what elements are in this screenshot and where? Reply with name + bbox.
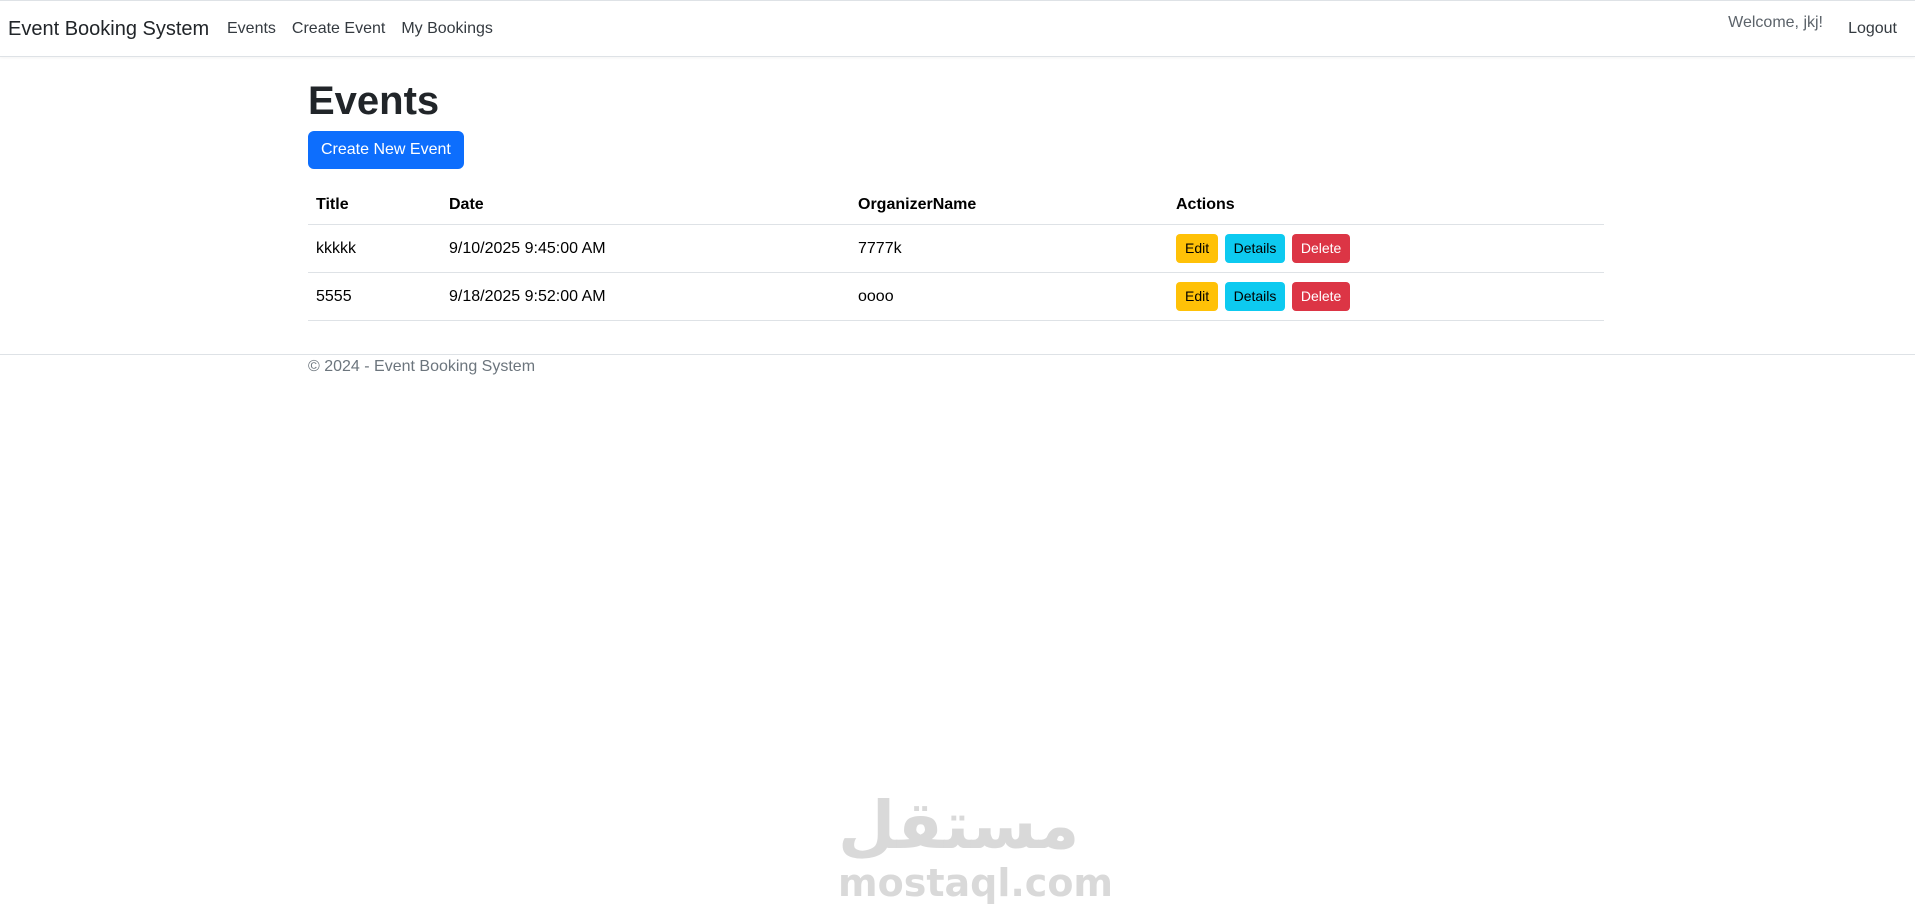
details-button[interactable]: Details — [1224, 282, 1286, 311]
page-title: Events — [308, 79, 440, 123]
nav-link-events[interactable]: Events — [227, 20, 276, 38]
delete-button[interactable]: Delete — [1291, 234, 1351, 263]
column-header-title: Title — [308, 187, 441, 225]
table-header-row: Title Date OrganizerName Actions — [308, 187, 1604, 225]
watermark-latin: mostaql.com — [838, 861, 1114, 905]
cell-actions: Edit Details Delete — [1168, 224, 1604, 273]
cell-date: 9/18/2025 9:52:00 AM — [441, 272, 850, 321]
footer: © 2024 - Event Booking System — [0, 354, 1915, 375]
nav-links: Events Create Event My Bookings — [227, 20, 509, 38]
events-table: Title Date OrganizerName Actions kkkkk 9… — [308, 187, 1604, 321]
watermark-logo: مستقل mostaql.com — [838, 787, 1114, 905]
brand-link[interactable]: Event Booking System — [8, 18, 209, 41]
cell-actions: Edit Details Delete — [1168, 272, 1604, 321]
details-button[interactable]: Details — [1224, 234, 1286, 263]
navbar: Event Booking System Events Create Event… — [0, 0, 1915, 57]
cell-title: kkkkk — [308, 224, 441, 273]
table-row: kkkkk 9/10/2025 9:45:00 AM 7777k Edit De… — [308, 224, 1604, 273]
column-header-organizer: OrganizerName — [850, 187, 1168, 225]
cell-date: 9/10/2025 9:45:00 AM — [441, 224, 850, 273]
main-content: Events Create New Event Title Date Organ… — [308, 75, 1604, 321]
cell-organizer: 7777k — [850, 224, 1168, 273]
delete-button[interactable]: Delete — [1291, 282, 1351, 311]
welcome-text: Welcome, jkj! — [1728, 14, 1823, 31]
edit-button[interactable]: Edit — [1176, 234, 1219, 263]
logout-link[interactable]: Logout — [1848, 20, 1897, 38]
column-header-actions: Actions — [1168, 187, 1604, 225]
edit-button[interactable]: Edit — [1176, 282, 1219, 311]
nav-link-create-event[interactable]: Create Event — [292, 20, 385, 38]
column-header-date: Date — [441, 187, 850, 225]
table-row: 5555 9/18/2025 9:52:00 AM oooo Edit Deta… — [308, 272, 1604, 321]
create-new-event-button[interactable]: Create New Event — [308, 131, 464, 169]
watermark-arabic: مستقل — [838, 787, 1080, 864]
footer-text: © 2024 - Event Booking System — [308, 358, 536, 375]
nav-link-my-bookings[interactable]: My Bookings — [401, 20, 493, 38]
cell-title: 5555 — [308, 272, 441, 321]
cell-organizer: oooo — [850, 272, 1168, 321]
